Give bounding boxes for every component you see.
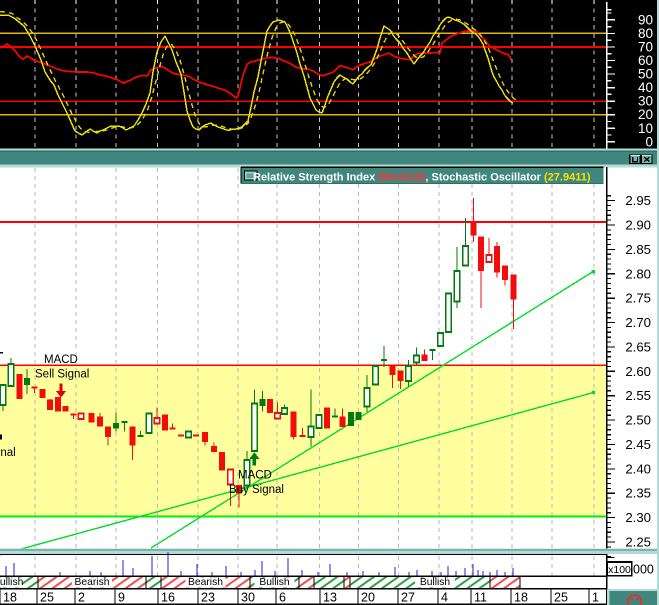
svg-text:70: 70 <box>638 39 653 54</box>
svg-text:25: 25 <box>40 591 54 605</box>
svg-text:2.25: 2.25 <box>625 535 651 550</box>
svg-text:11: 11 <box>474 591 487 605</box>
svg-text:2.80: 2.80 <box>625 266 651 281</box>
svg-text:Bullish: Bullish <box>420 577 451 588</box>
svg-text:40: 40 <box>638 80 653 95</box>
svg-text:2.65: 2.65 <box>625 339 651 354</box>
svg-text:2.50: 2.50 <box>625 413 651 428</box>
svg-text:Relative Strength Index (58.63: Relative Strength Index (58.6310), Stoch… <box>253 171 591 183</box>
svg-text:2.90: 2.90 <box>625 218 651 233</box>
svg-text:MACD: MACD <box>238 470 272 482</box>
svg-text:2.55: 2.55 <box>625 388 651 403</box>
svg-text:000: 000 <box>633 563 654 577</box>
svg-text:18: 18 <box>3 591 17 605</box>
svg-text:Bullish: Bullish <box>0 577 24 588</box>
svg-text:2.40: 2.40 <box>625 461 651 476</box>
svg-text:30: 30 <box>241 591 255 605</box>
svg-text:2.70: 2.70 <box>625 315 651 330</box>
svg-text:1: 1 <box>592 591 599 605</box>
svg-text:20: 20 <box>638 107 653 122</box>
svg-text:23: 23 <box>201 591 215 605</box>
svg-text:13: 13 <box>323 591 337 605</box>
svg-text:2.60: 2.60 <box>625 364 651 379</box>
svg-text:2.35: 2.35 <box>625 486 651 501</box>
svg-text:Bearish: Bearish <box>188 577 223 588</box>
svg-text:6: 6 <box>279 591 286 605</box>
svg-text:30: 30 <box>638 94 653 109</box>
svg-text:10: 10 <box>638 121 653 136</box>
svg-text:18: 18 <box>514 591 528 605</box>
svg-text:2.75: 2.75 <box>625 291 651 306</box>
svg-text:9: 9 <box>118 591 125 605</box>
svg-text:2.95: 2.95 <box>625 193 651 208</box>
svg-text:Buy Signal: Buy Signal <box>229 484 284 496</box>
svg-text:2.30: 2.30 <box>625 510 651 525</box>
svg-text:Sell Signal: Sell Signal <box>35 369 89 381</box>
svg-text:4: 4 <box>441 591 448 605</box>
svg-text:80: 80 <box>638 26 653 41</box>
svg-text:2: 2 <box>78 591 85 605</box>
svg-text:90: 90 <box>638 12 653 27</box>
svg-text:2.45: 2.45 <box>625 437 651 452</box>
svg-text:50: 50 <box>638 67 653 82</box>
svg-text:16: 16 <box>161 591 175 605</box>
svg-text:gnal: gnal <box>0 447 16 459</box>
svg-text:27: 27 <box>401 591 415 605</box>
svg-text:20: 20 <box>361 591 375 605</box>
svg-text:0: 0 <box>645 134 653 149</box>
svg-text:2.85: 2.85 <box>625 242 651 257</box>
svg-text:x100: x100 <box>608 564 631 576</box>
svg-text:60: 60 <box>638 53 653 68</box>
svg-text:Bearish: Bearish <box>75 577 110 588</box>
svg-text:MACD: MACD <box>44 354 78 366</box>
svg-text:25: 25 <box>554 591 568 605</box>
svg-text:Bullish: Bullish <box>259 577 290 588</box>
